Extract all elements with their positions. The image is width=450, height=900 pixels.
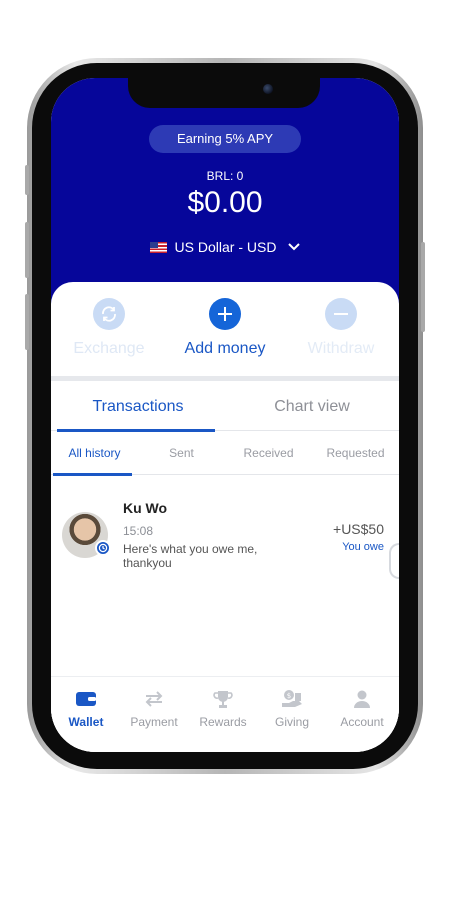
wallet-sheet: Exchange Add money Withdraw Transactions — [51, 282, 399, 752]
trophy-icon — [188, 689, 258, 709]
minus-icon — [325, 298, 357, 330]
nav-payment-label: Payment — [130, 715, 178, 729]
filter-all-history-label: All history — [68, 446, 121, 460]
plus-icon — [209, 298, 241, 330]
exchange-button[interactable]: Exchange — [51, 298, 167, 358]
filter-sent[interactable]: Sent — [138, 432, 225, 475]
bottom-navigation: Wallet Payment Rewards $ Giving Account — [51, 676, 399, 752]
donation-icon: $ — [257, 689, 327, 709]
filter-sent-label: Sent — [169, 446, 194, 460]
transaction-status: You owe — [342, 541, 384, 553]
tab-chart-view[interactable]: Chart view — [225, 381, 399, 431]
nav-giving-label: Giving — [274, 715, 309, 729]
filter-all-history[interactable]: All history — [51, 432, 138, 476]
active-filter-indicator — [53, 473, 132, 476]
nav-wallet[interactable]: Wallet — [51, 689, 121, 729]
svg-text:$: $ — [287, 692, 291, 700]
filter-requested-label: Requested — [326, 446, 385, 460]
transaction-time: 15:08 — [123, 524, 154, 538]
exchange-icon — [93, 298, 125, 330]
volume-up-button — [25, 222, 29, 278]
balance-amount: $0.00 — [187, 186, 263, 219]
camera-icon — [263, 84, 273, 94]
add-money-button[interactable]: Add money — [167, 298, 283, 358]
nav-wallet-label: Wallet — [68, 715, 104, 729]
filter-received[interactable]: Received — [225, 432, 312, 475]
apy-badge[interactable]: Earning 5% APY — [149, 125, 301, 153]
withdraw-button[interactable]: Withdraw — [283, 298, 399, 358]
nav-rewards[interactable]: Rewards — [188, 689, 258, 729]
phone-notch — [128, 78, 320, 108]
tab-transactions-label: Transactions — [92, 398, 184, 415]
quick-actions: Exchange Add money Withdraw — [51, 298, 399, 360]
tab-chart-view-label: Chart view — [274, 398, 350, 415]
silent-switch — [25, 165, 29, 195]
add-money-label: Add money — [184, 340, 266, 357]
currency-selector[interactable]: US Dollar - USD — [51, 239, 399, 255]
wallet-header: Earning 5% APY BRL: 0 $0.00 US Dollar - … — [51, 78, 399, 310]
transaction-row[interactable]: Ku Wo 15:08 Here's what you owe me, than… — [51, 487, 399, 577]
withdraw-label: Withdraw — [307, 340, 375, 357]
nav-account-label: Account — [340, 715, 384, 729]
history-filter-tabs: All history Sent Received Requested — [51, 432, 399, 476]
clock-icon — [95, 540, 111, 556]
power-button — [421, 242, 425, 332]
transfer-arrows-icon — [119, 689, 189, 709]
nav-account[interactable]: Account — [327, 689, 397, 729]
filter-received-label: Received — [243, 446, 294, 460]
person-icon — [327, 689, 397, 709]
tab-transactions[interactable]: Transactions — [51, 381, 225, 432]
nav-rewards-label: Rewards — [199, 715, 247, 729]
filter-requested[interactable]: Requested — [312, 432, 399, 475]
transaction-message: Here's what you owe me, thankyou — [123, 542, 258, 570]
currency-label: US Dollar - USD — [174, 239, 277, 255]
transaction-amount: +US$50 — [333, 521, 384, 537]
view-tabs: Transactions Chart view — [51, 381, 399, 432]
us-flag-icon — [149, 241, 167, 253]
app-screen: Earning 5% APY BRL: 0 $0.00 US Dollar - … — [51, 78, 399, 752]
transaction-name: Ku Wo — [123, 500, 168, 516]
nav-giving[interactable]: $ Giving — [257, 689, 327, 729]
scroll-handle[interactable] — [389, 543, 399, 579]
volume-down-button — [25, 294, 29, 350]
exchange-label: Exchange — [73, 340, 145, 357]
nav-payment[interactable]: Payment — [119, 689, 189, 729]
secondary-balance: BRL: 0 — [206, 169, 244, 183]
chevron-down-icon — [288, 240, 301, 254]
wallet-icon — [51, 689, 121, 709]
